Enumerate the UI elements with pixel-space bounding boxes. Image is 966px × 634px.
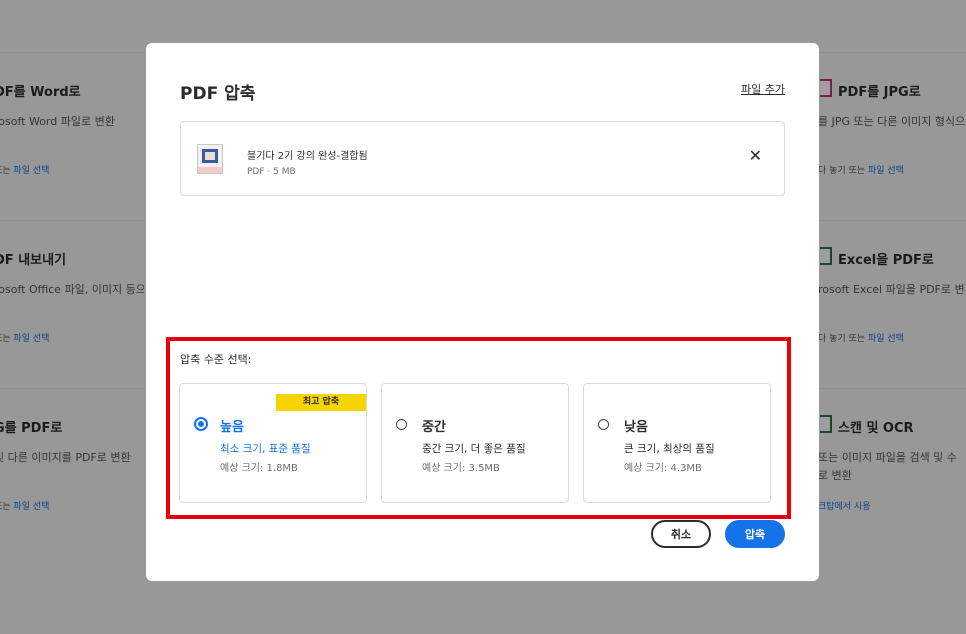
file-name: 블기다 2기 강의 완성-결합됨	[247, 151, 368, 162]
thumbnail-image-detail	[205, 152, 215, 160]
add-files-link[interactable]: 파일 추가	[741, 81, 785, 97]
dialog-title: PDF 압축	[180, 84, 256, 104]
cancel-button[interactable]: 취소	[651, 520, 711, 548]
close-icon[interactable]: ✕	[749, 148, 762, 164]
annotation-highlight-box	[166, 337, 791, 519]
file-thumbnail	[197, 144, 223, 174]
file-card: 블기다 2기 강의 완성-결합됨 PDF · 5 MB ✕	[180, 121, 785, 196]
compress-button[interactable]: 압축	[725, 520, 785, 548]
thumbnail-strip	[198, 167, 222, 173]
file-meta: PDF · 5 MB	[247, 167, 296, 177]
